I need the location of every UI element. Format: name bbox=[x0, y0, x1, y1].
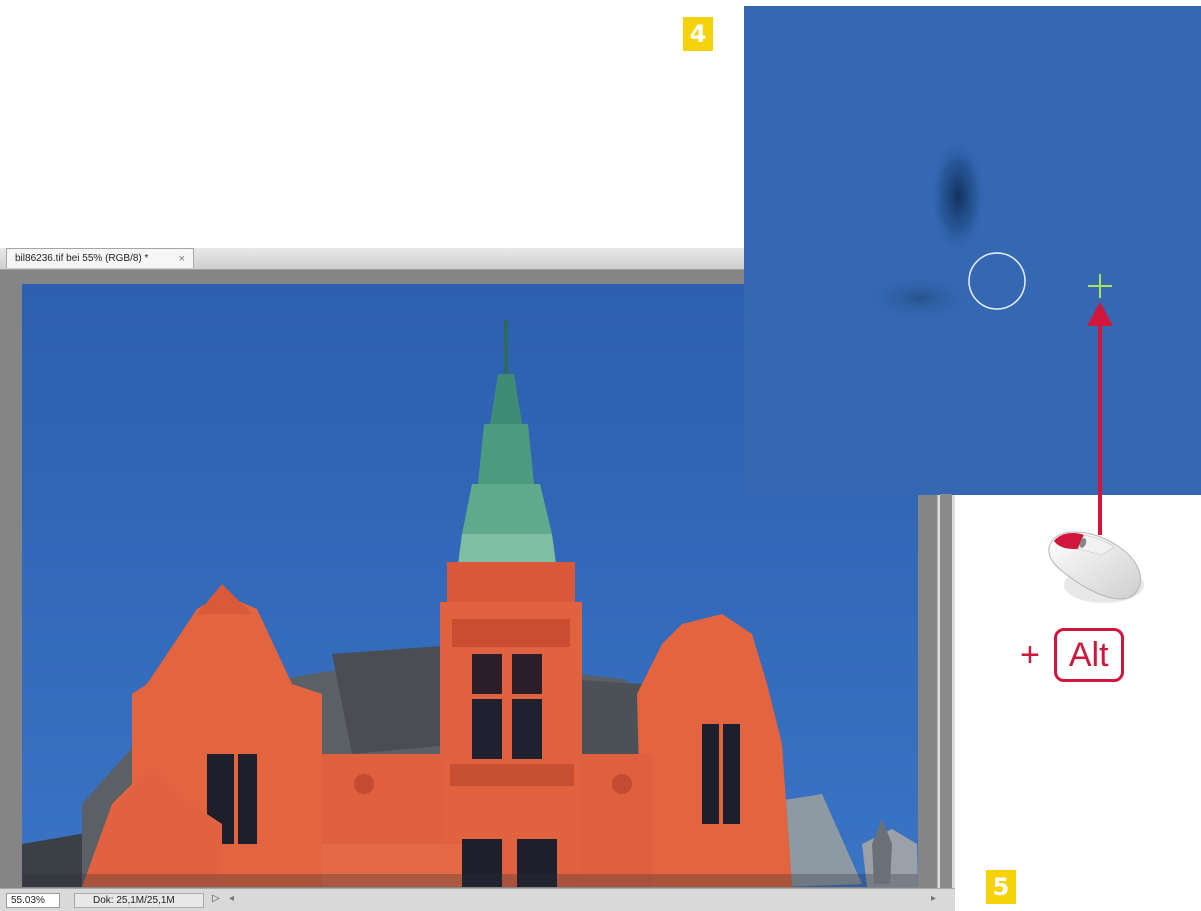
document-tab[interactable]: bil86236.tif bei 55% (RGB/8) * × bbox=[6, 248, 194, 268]
status-menu-arrow-icon[interactable]: ▷ bbox=[212, 893, 220, 904]
close-icon[interactable]: × bbox=[179, 253, 185, 265]
alt-key-combo: + Alt bbox=[1020, 627, 1124, 683]
scroll-right-icon[interactable]: ▸ bbox=[931, 893, 936, 904]
document-tab-title: bil86236.tif bei 55% (RGB/8) * bbox=[15, 253, 149, 264]
status-bar: 55.03% Dok: 25,1M/25,1M ▷ ◂ ▸ bbox=[0, 888, 955, 911]
zoom-level-field[interactable]: 55.03% bbox=[6, 893, 60, 908]
zoomed-detail-inset bbox=[744, 6, 1201, 495]
scroll-left-icon[interactable]: ◂ bbox=[229, 893, 234, 904]
alt-key: Alt bbox=[1053, 628, 1124, 682]
computer-mouse-icon bbox=[1044, 527, 1148, 609]
window-frame-edge bbox=[940, 494, 952, 888]
step-5-badge: 5 bbox=[986, 870, 1016, 904]
step-4-badge: 4 bbox=[683, 17, 713, 51]
plus-sign: + bbox=[1020, 636, 1040, 674]
zoomed-sky bbox=[744, 6, 1201, 495]
document-size-info[interactable]: Dok: 25,1M/25,1M bbox=[74, 893, 204, 908]
